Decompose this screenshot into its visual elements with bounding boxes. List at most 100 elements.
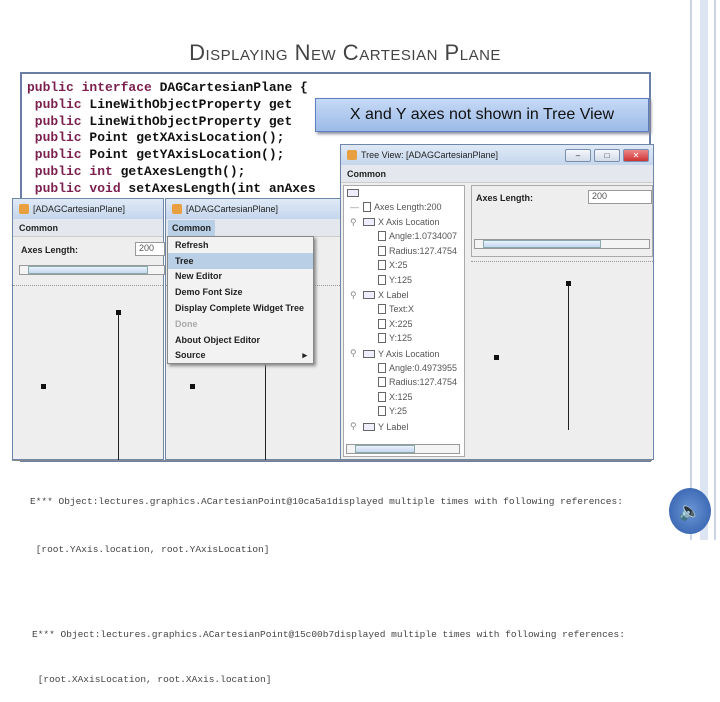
editor-window-1: [ADAGCartesianPlane] Common Axes Length:…: [12, 198, 165, 460]
tree-node[interactable]: ⚲ Y Label: [350, 421, 408, 432]
window-title: [ADAGCartesianPlane]: [186, 204, 279, 214]
file-icon: [378, 406, 386, 417]
code-line: public int getAxesLength();: [27, 163, 246, 180]
axes-length-input[interactable]: 200: [588, 190, 652, 204]
java-icon: [347, 150, 357, 160]
console-output: E*** Object:lectures.graphics.ACartesian…: [30, 462, 625, 702]
tree-node[interactable]: Angle:0.4973955: [378, 362, 458, 373]
file-icon: [378, 245, 386, 256]
point: [566, 281, 571, 286]
axes-length-label: Axes Length:: [21, 245, 79, 255]
file-icon: [378, 362, 386, 373]
menu-item-label: Display Complete Widget Tree: [175, 303, 304, 314]
menu-item: Done: [168, 316, 313, 332]
expand-handle-icon[interactable]: ⚲: [350, 348, 360, 359]
menu-item[interactable]: New Editor: [168, 269, 313, 285]
code-line: public LineWithObjectProperty get: [27, 96, 292, 113]
code-line: public Point getYAxisLocation();: [27, 146, 285, 163]
tree-node[interactable]: Y:125: [378, 275, 412, 285]
horizontal-scrollbar[interactable]: [474, 239, 650, 249]
decor-line: [690, 0, 692, 540]
menu-common[interactable]: Common: [347, 169, 386, 179]
tree-node[interactable]: Angle:1.0734007: [378, 231, 458, 242]
decor-bar: [700, 0, 708, 540]
code-text: LineWithObjectProperty get: [81, 96, 293, 112]
tree-node[interactable]: Radius:127.4754: [378, 245, 457, 256]
tree-node-label: Axes Length:200: [374, 202, 442, 212]
java-icon: [172, 204, 182, 214]
code-keyword: public interface: [27, 80, 152, 95]
folder-icon: [363, 422, 375, 431]
axes-length-input[interactable]: 200: [135, 242, 165, 256]
code-text: DAGCartesianPlane {: [151, 80, 308, 95]
tree-node[interactable]: ⚲ X Axis Location: [350, 217, 440, 228]
tree-node[interactable]: Y:125: [378, 333, 412, 344]
y-axis-line: [568, 284, 569, 430]
tree-line: —: [350, 202, 359, 212]
tree-scrollbar[interactable]: [346, 444, 460, 454]
code-text: LineWithObjectProperty get: [81, 113, 293, 129]
tree-node[interactable]: ⚲ Y Axis Location: [350, 348, 439, 359]
tree-node[interactable]: X:25: [378, 260, 408, 271]
speaker-icon[interactable]: 🔈: [669, 488, 711, 534]
submenu-arrow-icon: ▸: [302, 349, 307, 360]
code-text: Point getXAxisLocation();: [81, 130, 285, 146]
slide-title: Displaying New Cartesian Plane: [189, 40, 501, 65]
menu-item-label: New Editor: [175, 271, 223, 282]
point: [494, 355, 499, 360]
axes-length-label: Axes Length:: [476, 193, 534, 203]
code-keyword: public: [27, 147, 82, 163]
file-icon: [363, 202, 371, 212]
menu-item-label: Source: [175, 350, 206, 361]
expand-handle-icon[interactable]: ⚲: [350, 290, 360, 301]
tree-node[interactable]: Y:25: [378, 406, 408, 417]
console-line: [root.YAxis.location, root.YAxisLocation…: [30, 544, 270, 555]
menu-item[interactable]: Refresh: [168, 237, 313, 253]
minimize-button[interactable]: –: [565, 148, 591, 162]
tree-node[interactable]: X:125: [378, 391, 413, 402]
menu-item[interactable]: About Object Editor: [168, 332, 313, 348]
tree-node[interactable]: Radius:127.4754: [378, 377, 457, 388]
menu-common[interactable]: Common: [19, 223, 58, 233]
point: [190, 384, 195, 389]
menu-item-label: Refresh: [175, 239, 209, 250]
menu-item[interactable]: Source ▸: [168, 348, 313, 364]
code-keyword: public int: [27, 164, 113, 179]
tree-node[interactable]: X:225: [378, 318, 413, 329]
file-icon: [378, 275, 386, 285]
code-keyword: public: [27, 96, 82, 112]
tree-node-label: X:125: [389, 391, 413, 402]
tree-node[interactable]: ⚲ X Label: [350, 290, 409, 301]
menu-item[interactable]: Display Complete Widget Tree: [168, 300, 313, 316]
tree-node-label: Y:25: [389, 406, 408, 417]
maximize-button[interactable]: □: [594, 148, 620, 162]
divider: [12, 460, 652, 461]
common-dropdown-menu: Refresh Tree New Editor Demo Font Size Displ…: [167, 236, 314, 365]
expand-handle-icon[interactable]: ⚲: [350, 217, 360, 228]
file-icon: [378, 260, 386, 271]
expand-handle-icon[interactable]: ⚲: [350, 421, 360, 432]
menu-common[interactable]: Common: [168, 219, 215, 236]
drawing-canvas: [13, 285, 163, 460]
menu-item[interactable]: Tree: [168, 252, 313, 269]
code-text: Point getYAxisLocation();: [81, 147, 285, 163]
tree-node[interactable]: Text:X: [378, 304, 414, 315]
code-line: public interface DAGCartesianPlane {: [27, 79, 308, 96]
code-text: getAxesLength();: [112, 164, 246, 179]
close-button[interactable]: ✕: [623, 148, 649, 162]
horizontal-scrollbar[interactable]: [19, 265, 165, 275]
callout: X and Y axes not shown in Tree View: [315, 98, 649, 132]
menu-item-label: Done: [175, 318, 198, 329]
file-icon: [378, 318, 386, 329]
tree-node-label: Angle:0.4973955: [389, 362, 458, 373]
tree-view-window: Tree View: [ADAGCartesianPlane] – □ ✕ Comm…: [340, 144, 654, 460]
object-tree[interactable]: — Axes Length:200 ⚲ X Axis Location Angle:1.…: [343, 185, 465, 457]
console-line: E*** Object:lectures.graphics.ACartesian…: [30, 496, 623, 507]
root-folder-icon: [347, 189, 359, 197]
tree-node-label: Angle:1.0734007: [389, 231, 458, 242]
drawing-canvas: [471, 261, 653, 457]
window-title: [ADAGCartesianPlane]: [33, 204, 126, 214]
menu-item[interactable]: Demo Font Size: [168, 284, 313, 300]
decor-line: [714, 0, 716, 540]
tree-node[interactable]: — Axes Length:200: [350, 202, 442, 212]
